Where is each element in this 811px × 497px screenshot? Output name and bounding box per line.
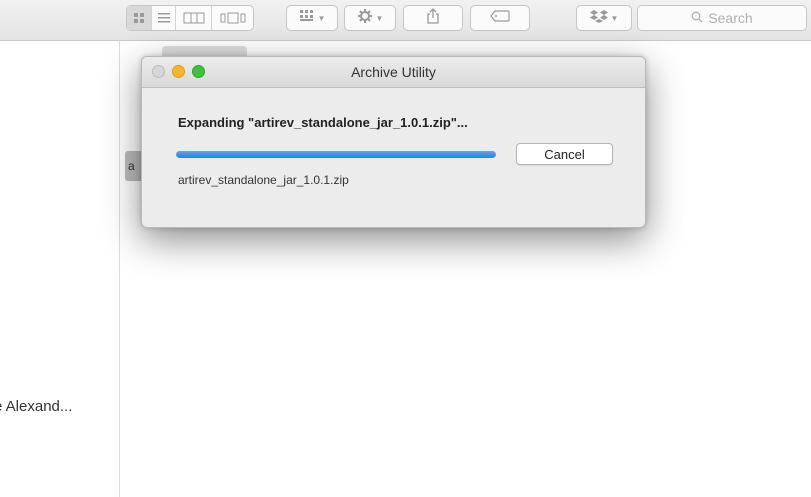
finder-toolbar: ▼ ▼ ▼ Search [0,0,811,41]
view-mode-control [126,5,254,31]
dialog-titlebar[interactable]: Archive Utility [142,57,645,88]
progress-bar [176,151,496,158]
dropbox-button[interactable]: ▼ [576,5,632,31]
gear-icon [357,8,373,29]
search-field[interactable]: Search [637,5,807,31]
dialog-title: Archive Utility [351,64,436,80]
expanding-heading: Expanding "artirev_standalone_jar_1.0.1.… [178,115,468,130]
chevron-down-icon: ▼ [317,13,326,23]
chevron-down-icon: ▼ [610,13,619,23]
search-placeholder: Search [708,10,753,26]
arrange-icon [299,9,315,28]
search-icon [691,10,703,26]
arrange-button[interactable]: ▼ [286,5,338,31]
progress-bar-fill [176,151,496,158]
list-view-icon[interactable] [151,6,175,30]
column-view-icon[interactable] [175,6,211,30]
sidebar-item-label[interactable]: e Alexand... [0,398,72,415]
tag-icon [490,9,510,27]
action-button[interactable]: ▼ [344,5,396,31]
tag-button[interactable] [470,5,530,31]
finder-sidebar: e Alexand... [0,41,120,497]
share-button[interactable] [403,5,463,31]
share-icon [426,7,440,29]
archive-filename: artirev_standalone_jar_1.0.1.zip [178,173,349,187]
coverflow-view-icon[interactable] [211,6,253,30]
archive-utility-dialog: Archive Utility Expanding "artirev_stand… [141,56,646,228]
dropbox-icon [589,9,608,28]
icon-view-icon[interactable] [127,6,151,30]
cancel-button[interactable]: Cancel [516,143,613,165]
chevron-down-icon: ▼ [375,13,384,23]
